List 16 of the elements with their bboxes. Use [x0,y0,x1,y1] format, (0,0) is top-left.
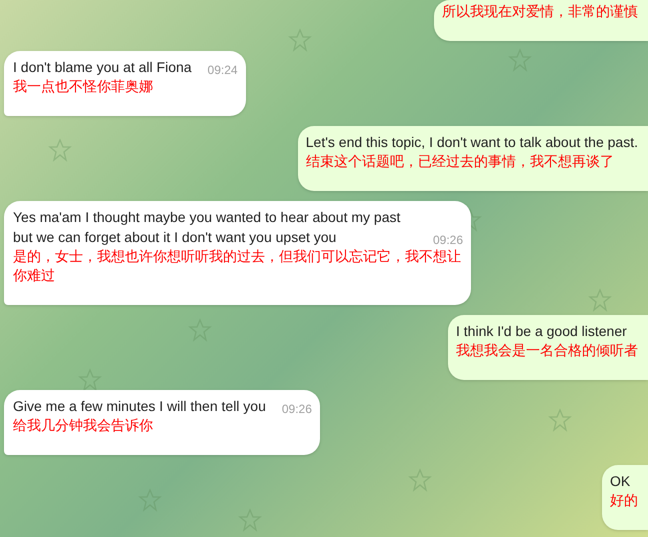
translation-text: 给我几分钟我会告诉你 [13,416,154,435]
message-text: Give me a few minutes I will then tell you [13,397,266,416]
message-text: Let's end this topic, I don't want to talk about the past. [306,133,638,152]
translation-text: 我想我会是一名合格的倾听者 [456,341,638,360]
translation-text: 所以我现在对爱情，非常的谨慎 [442,2,638,21]
message-text: I don't blame you at all Fiona [13,58,192,77]
message-text: I think I'd be a good listener [456,322,628,341]
translation-text: 我一点也不怪你菲奥娜 [13,77,154,96]
message-text: OK [610,472,632,491]
translation-text: 结束这个话题吧，已经过去的事情，我不想再谈了 [306,152,615,171]
message-text: Yes ma'am I thought maybe you wanted to hear about my past but we can forget about it I don't want you upset you [13,208,402,247]
message-time: 09:24 [208,62,238,79]
translation-text: 是的，女士，我想也许你想听听我的过去，但我们可以忘记它，我不想让你难过 [13,247,462,285]
message-time: 09:26 [432,232,463,249]
translation-text: 好的 [610,491,638,510]
message-time: 09:26 [282,401,312,418]
